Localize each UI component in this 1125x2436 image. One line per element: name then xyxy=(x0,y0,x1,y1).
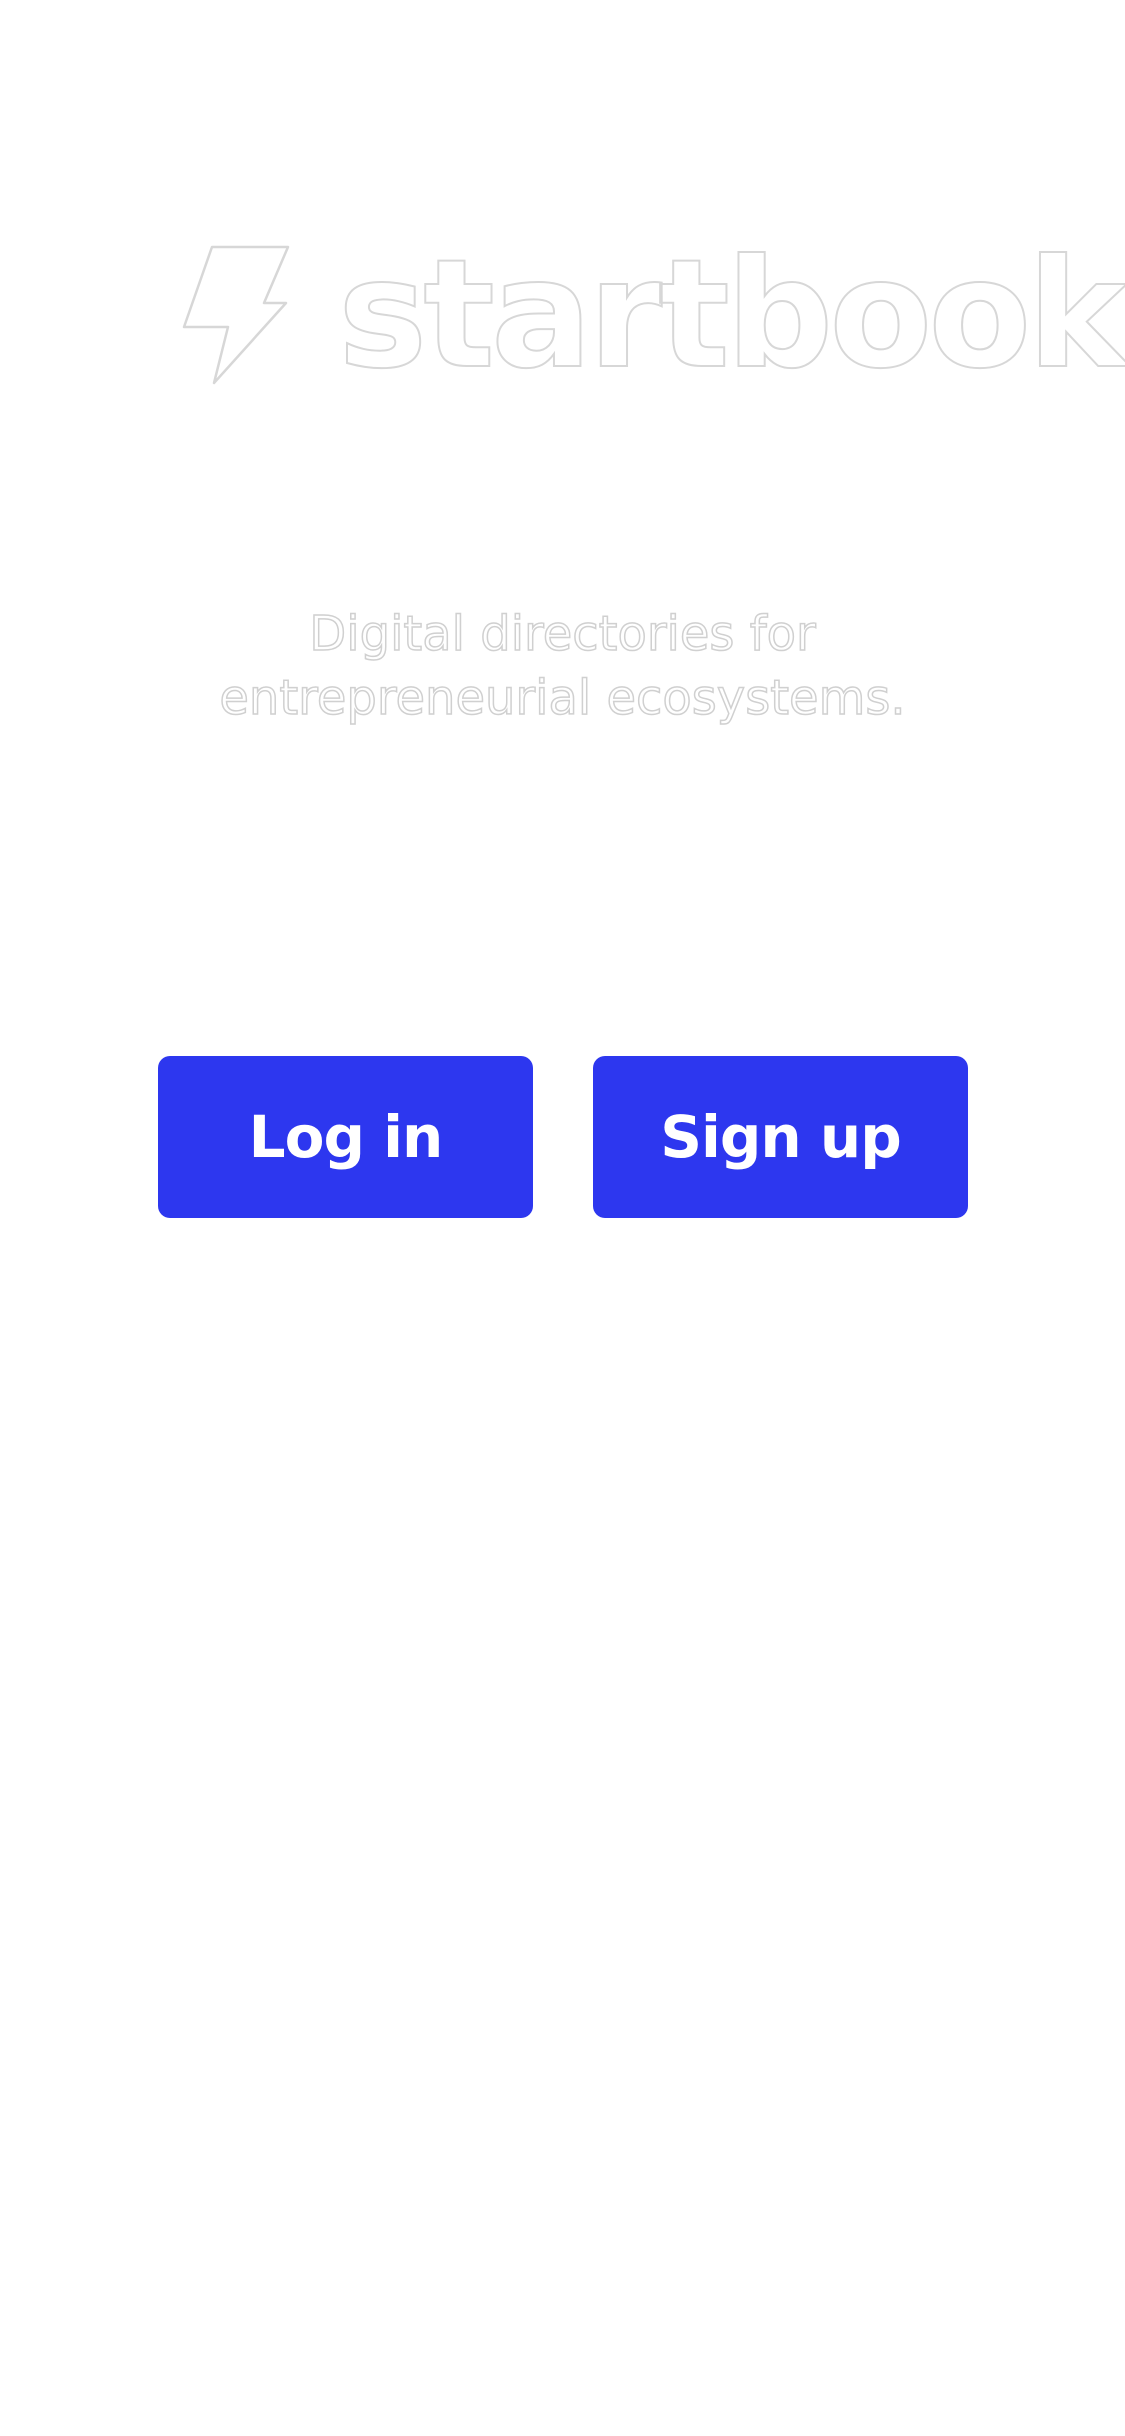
tagline: Digital directories for entrepreneurial … xyxy=(150,602,975,730)
app-logo: startbook xyxy=(182,239,1125,391)
signup-button-label: Sign up xyxy=(660,1103,901,1171)
tagline-line-1: Digital directories for xyxy=(309,605,817,663)
lightning-bolt-icon xyxy=(182,245,290,385)
welcome-screen: startbook Digital directories for entrep… xyxy=(0,0,1125,2436)
app-name: startbook xyxy=(337,228,1125,402)
signup-button[interactable]: Sign up xyxy=(593,1056,968,1218)
login-button[interactable]: Log in xyxy=(158,1056,533,1218)
login-button-label: Log in xyxy=(248,1103,444,1171)
tagline-line-2: entrepreneurial ecosystems. xyxy=(219,669,907,727)
